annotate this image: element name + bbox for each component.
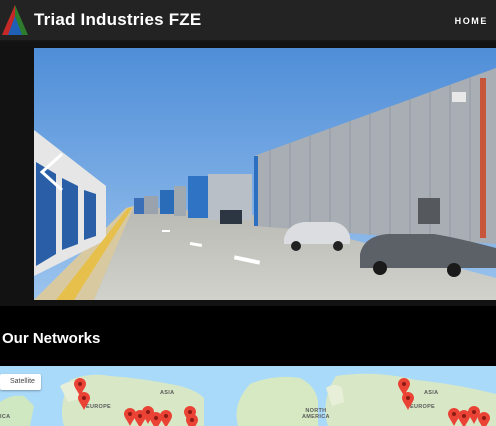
chevron-left-icon[interactable]	[36, 150, 70, 194]
industrial-warehouse-photo	[34, 48, 496, 300]
satellite-map-type-button[interactable]: Satellite	[0, 374, 41, 390]
map-marker-pin-icon[interactable]	[160, 410, 172, 426]
hero-slide-image	[34, 48, 496, 300]
map-marker-pin-icon[interactable]	[402, 392, 414, 410]
site-header: Triad Industries FZE HOME	[0, 0, 496, 42]
map-label-asia-2: ASIA	[424, 390, 439, 396]
map-label-africa-partial: ICA	[0, 414, 11, 420]
map-marker-pin-icon[interactable]	[478, 412, 490, 426]
map-marker-pin-icon[interactable]	[78, 392, 90, 410]
networks-map[interactable]: Satellite ASIA EUROPE NORTH AMERICA ASIA…	[0, 366, 496, 426]
map-label-asia: ASIA	[160, 390, 175, 396]
map-marker-pin-icon[interactable]	[186, 414, 198, 426]
world-map-tiles	[0, 366, 496, 426]
map-type-control: Satellite	[0, 374, 41, 390]
networks-section: Our Networks Satellite ASIA EUROPE NORTH…	[0, 306, 496, 426]
site-title[interactable]: Triad Industries FZE	[34, 10, 201, 30]
map-label-north-america: NORTH AMERICA	[302, 408, 330, 420]
triad-logo-icon[interactable]	[0, 2, 30, 38]
section-title: Our Networks	[2, 330, 101, 347]
hero-carousel	[0, 42, 496, 306]
nav-home-link[interactable]: HOME	[455, 16, 488, 26]
